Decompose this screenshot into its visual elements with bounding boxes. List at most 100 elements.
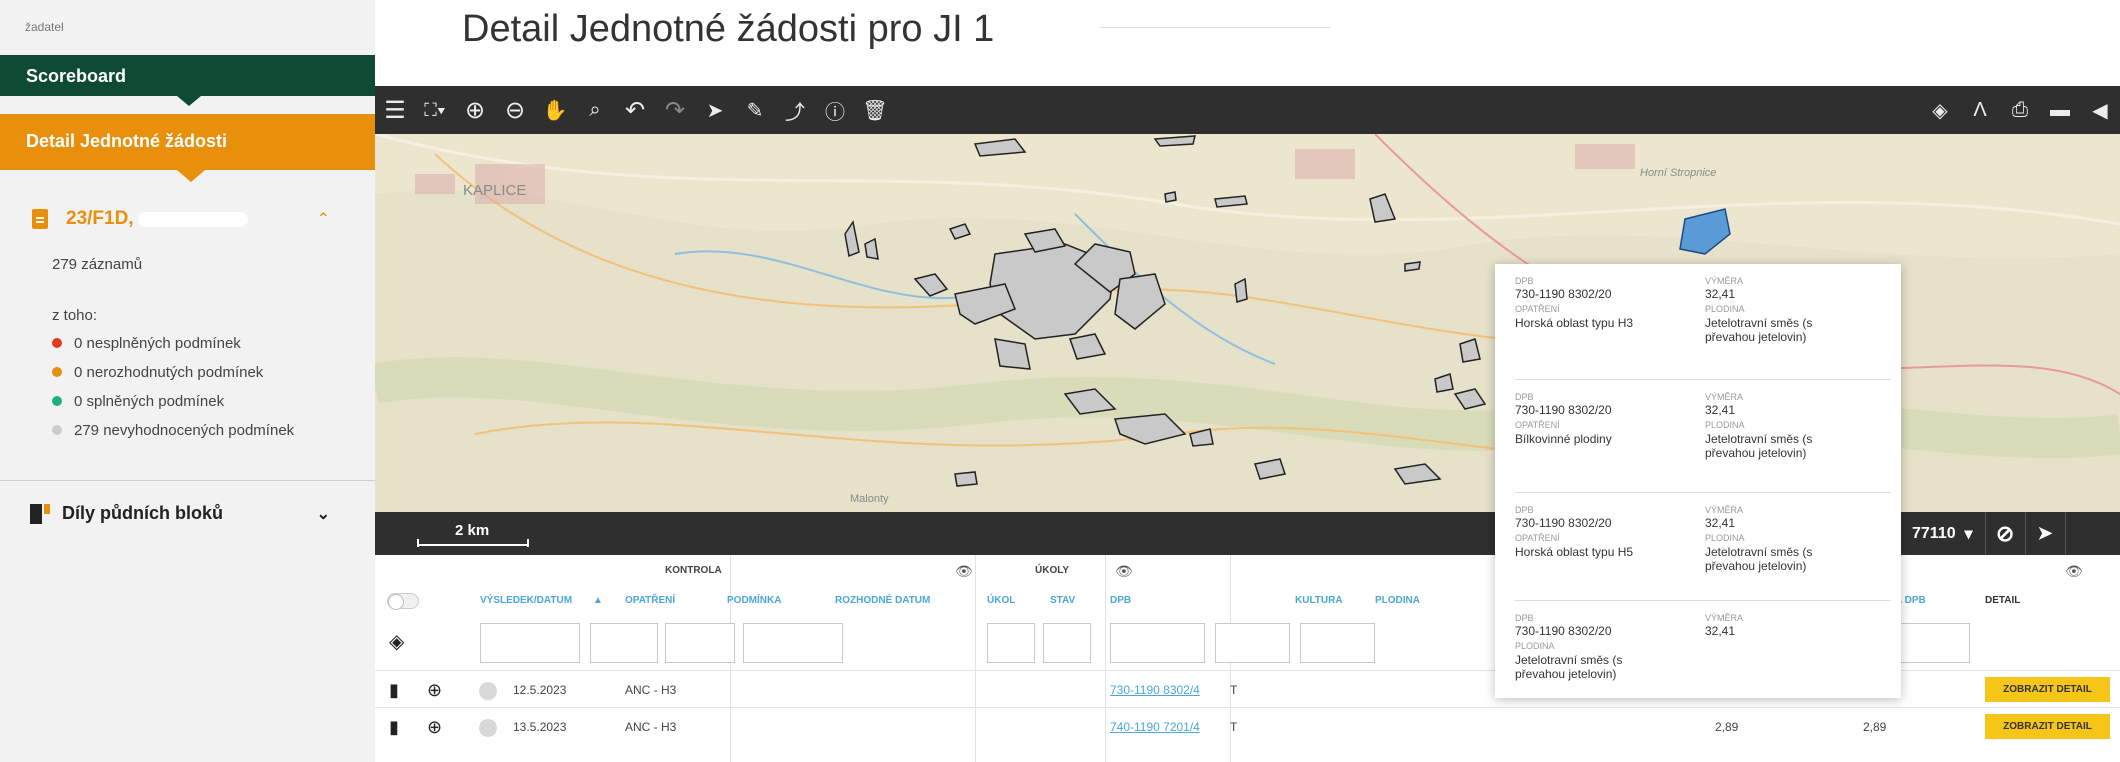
popup-entry: DPB 730-1190 8302/20 VÝMĚRA 32,41 OPATŘE…	[1515, 379, 1891, 492]
page-title: Detail Jednotné žádosti pro JI 1	[462, 8, 995, 50]
filter-vysledek-input[interactable]	[480, 623, 580, 663]
group-kontrola: KONTROLA	[665, 565, 722, 576]
filter-dpb-input[interactable]	[1110, 623, 1205, 663]
coordinate-system-select[interactable]: 77110 ▾	[1900, 512, 1986, 555]
compass-icon[interactable]: Λ	[1960, 86, 2000, 134]
col-podminka[interactable]: PODMÍNKA	[727, 595, 781, 606]
filter-ukol-input[interactable]	[987, 623, 1035, 663]
popup-label: PLODINA	[1705, 533, 1745, 543]
show-detail-button[interactable]: ZOBRAZIT DETAIL	[1985, 714, 2110, 739]
info-icon[interactable]: ⓘ	[815, 86, 855, 134]
popup-label: VÝMĚRA	[1705, 392, 1744, 402]
map-feature-popup: DPB 730-1190 8302/20 VÝMĚRA 32,41 OPATŘE…	[1495, 264, 1901, 698]
show-detail-button[interactable]: ZOBRAZIT DETAIL	[1985, 677, 2110, 702]
popup-value: Jetelotravní směs (s převahou jetelovin)	[1705, 545, 1813, 573]
status-circle	[479, 719, 497, 737]
condition-undecided[interactable]: 0 nerozhodnutých podmínek	[0, 353, 375, 382]
eye-icon[interactable]: 👁	[1115, 563, 1133, 580]
print-icon[interactable]: ⎙	[2000, 86, 2040, 134]
popup-value: 32,41	[1705, 287, 1736, 301]
menu-icon[interactable]: ☰	[375, 86, 415, 134]
popup-value: Horská oblast typu H3	[1515, 316, 1634, 330]
table-row[interactable]: ▮ ⊕ 13.5.2023 ANC - H3 740-1190 7201/4 T…	[375, 707, 2120, 743]
chevron-down-icon[interactable]: ⌄	[317, 504, 330, 524]
status-dot-icon	[52, 338, 62, 348]
add-circle-icon[interactable]: ⊕	[427, 717, 442, 738]
col-ukol[interactable]: ÚKOL	[987, 595, 1015, 606]
layers-icon[interactable]: ◈	[389, 629, 404, 654]
sidebar-item-land-blocks[interactable]: Díly půdních bloků ⌄	[0, 481, 375, 524]
col-stav[interactable]: STAV	[1050, 595, 1075, 606]
scale-line	[417, 539, 529, 547]
layers-icon[interactable]: ◈	[1920, 86, 1960, 134]
filter-rozhodne-input[interactable]	[743, 623, 843, 663]
popup-value: 730-1190 8302/20	[1515, 287, 1612, 301]
filter-vymera-input[interactable]	[1895, 623, 1970, 663]
col-kultura[interactable]: KULTURA	[1295, 595, 1343, 606]
fullscreen-icon[interactable]: ⛶▾	[415, 86, 455, 134]
ruler-icon[interactable]: ▬	[2040, 86, 2080, 134]
popup-value: Jetelotravní směs (s převahou jetelovin)	[1705, 432, 1813, 460]
undo-icon[interactable]: ↶	[615, 86, 655, 134]
of-which-label: z toho:	[52, 307, 98, 324]
col-vysledek[interactable]: VÝSLEDEK/DATUM	[480, 595, 572, 606]
col-dpb[interactable]: DPB	[1110, 595, 1131, 606]
filter-podminka-input[interactable]	[665, 623, 735, 663]
row-dpb-link[interactable]: 730-1190 8302/4	[1110, 683, 1200, 697]
delete-icon[interactable]: 🗑	[855, 86, 895, 134]
popup-value: 32,41	[1705, 516, 1736, 530]
navigate-icon[interactable]: ➤	[2026, 512, 2066, 555]
popup-label: DPB	[1515, 276, 1534, 286]
popup-label: PLODINA	[1705, 420, 1745, 430]
eye-icon[interactable]: 👁	[2065, 563, 2083, 580]
status-circle	[479, 682, 497, 700]
row-vymera-dpb: 2,89	[1863, 720, 1887, 734]
redacted-title-part	[1100, 12, 1330, 28]
sort-up-icon[interactable]: ▲	[593, 595, 603, 606]
sidebar-item-detail[interactable]: Detail Jednotné žádosti	[0, 114, 375, 182]
row-date: 13.5.2023	[513, 720, 567, 734]
filter-stav-input[interactable]	[1043, 623, 1091, 663]
condition-unfulfilled[interactable]: 0 nesplněných podmínek	[0, 324, 375, 353]
filter-opatreni-input[interactable]	[590, 623, 658, 663]
popup-label: OPATŘENÍ	[1515, 533, 1560, 543]
sidebar-item-scoreboard[interactable]: Scoreboard	[0, 55, 375, 106]
measure-line-icon[interactable]: ⤴	[775, 86, 815, 134]
more-icon[interactable]: ◀	[2080, 86, 2120, 134]
pan-hand-icon[interactable]: ✋	[535, 86, 575, 134]
row-opatreni: ANC - H3	[625, 720, 677, 734]
navigate-icon[interactable]: ➤	[695, 86, 735, 134]
popup-value: Jetelotravní směs (s převahou jetelovin)	[1515, 653, 1623, 681]
popup-value: Jetelotravní směs (s převahou jetelovin)	[1705, 316, 1813, 344]
row-dpb-link[interactable]: 740-1190 7201/4	[1110, 720, 1200, 734]
sidebar: žadatel Scoreboard Detail Jednotné žádos…	[0, 0, 375, 762]
scale-label: 2 km	[455, 522, 490, 539]
col-rozhodne-datum[interactable]: ROZHODNÉ DATUM	[835, 595, 930, 606]
zoom-box-icon[interactable]: ⌕	[575, 86, 615, 134]
col-plodina[interactable]: PLODINA	[1375, 595, 1420, 606]
status-dot-icon	[52, 425, 62, 435]
chevron-up-icon[interactable]: ⌃	[317, 209, 330, 229]
map-icon[interactable]: ▮	[389, 680, 399, 701]
cancel-icon[interactable]: ⊘	[1986, 512, 2026, 555]
zoom-out-icon[interactable]: ⊖	[495, 86, 535, 134]
filter-plodina-input[interactable]	[1300, 623, 1375, 663]
draw-pencil-icon[interactable]: ✎	[735, 86, 775, 134]
row-kultura: T	[1230, 720, 1238, 734]
map-icon[interactable]: ▮	[389, 717, 399, 738]
redo-icon[interactable]: ↷	[655, 86, 695, 134]
popup-value: 730-1190 8302/20	[1515, 624, 1612, 638]
zoom-in-icon[interactable]: ⊕	[455, 86, 495, 134]
blocks-icon	[30, 503, 50, 524]
popup-entry: DPB 730-1190 8302/20 VÝMĚRA 32,41 OPATŘE…	[1515, 492, 1891, 600]
popup-entry: DPB 730-1190 8302/20 VÝMĚRA 32,41 OPATŘE…	[1515, 276, 1891, 383]
eye-icon[interactable]: 👁	[955, 563, 973, 580]
filter-kultura-input[interactable]	[1215, 623, 1290, 663]
col-opatreni[interactable]: OPATŘENÍ	[625, 595, 675, 606]
condition-fulfilled[interactable]: 0 splněných podmínek	[0, 382, 375, 411]
condition-label: 0 nerozhodnutých podmínek	[74, 363, 264, 381]
add-circle-icon[interactable]: ⊕	[427, 680, 442, 701]
popup-value: 32,41	[1705, 403, 1736, 417]
condition-unevaluated[interactable]: 279 nevyhodnocených podmínek	[0, 411, 375, 440]
map-toolbar: ☰ ⛶▾ ⊕ ⊖ ✋ ⌕ ↶ ↷ ➤ ✎ ⤴ ⓘ 🗑 ◈ Λ ⎙ ▬ ◀	[375, 86, 2120, 134]
